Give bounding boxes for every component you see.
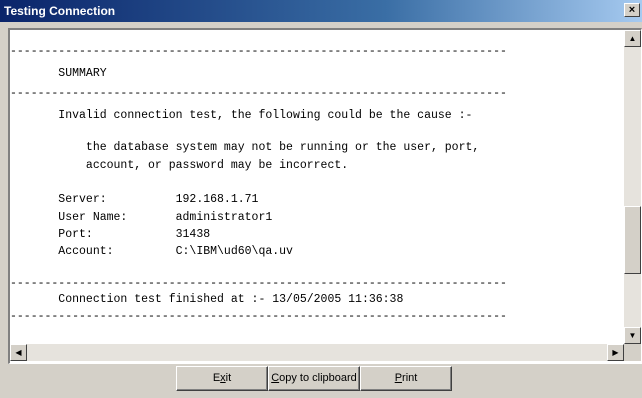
separator-line: ----------------------------------------… [10, 277, 507, 290]
scroll-up-button[interactable]: ▲ [624, 30, 641, 47]
print-label-post: rint [402, 372, 418, 384]
port-row: Port: 31438 [10, 228, 211, 241]
copy-mnemonic: C [271, 372, 280, 384]
arrow-left-icon: ◀ [15, 348, 22, 357]
arrow-down-icon: ▼ [628, 331, 637, 340]
error-message: Invalid connection test, the following c… [10, 109, 473, 122]
separator-line: ----------------------------------------… [10, 45, 507, 58]
scroll-right-button[interactable]: ▶ [607, 344, 624, 361]
username-row: User Name: administrator1 [10, 211, 273, 224]
separator-line: ----------------------------------------… [10, 310, 507, 323]
server-row: Server: 192.168.1.71 [10, 193, 259, 206]
window-title: Testing Connection [4, 4, 116, 18]
vertical-scrollbar[interactable]: ▲ ▼ [624, 30, 641, 344]
arrow-up-icon: ▲ [628, 34, 637, 43]
copy-to-clipboard-button[interactable]: Copy to clipboard [268, 366, 360, 391]
summary-heading: SUMMARY [10, 67, 107, 80]
close-icon: × [628, 4, 636, 16]
print-mnemonic: P [394, 372, 403, 384]
close-button[interactable]: × [624, 3, 640, 17]
copy-label-post: opy to clipboard [279, 372, 357, 384]
scroll-down-button[interactable]: ▼ [624, 327, 641, 344]
scroll-corner [624, 344, 641, 361]
account-row: Account: C:\IBM\ud60\qa.uv [10, 245, 293, 258]
print-button[interactable]: Print [360, 366, 452, 391]
cause-line-1: the database system may not be running o… [10, 141, 480, 154]
report-text-area[interactable]: ----------------------------------------… [10, 30, 624, 344]
separator-line: ----------------------------------------… [10, 87, 507, 100]
scroll-left-button[interactable]: ◀ [10, 344, 27, 361]
exit-label-post: it [225, 372, 232, 384]
exit-button[interactable]: Exit [176, 366, 268, 391]
horizontal-scrollbar[interactable]: ◀ ▶ [10, 344, 624, 361]
cause-line-2: account, or password may be incorrect. [10, 159, 349, 172]
title-bar[interactable]: Testing Connection × [0, 0, 642, 22]
finished-message: Connection test finished at :- 13/05/200… [10, 293, 404, 306]
arrow-right-icon: ▶ [612, 348, 619, 357]
report-frame: ----------------------------------------… [8, 28, 642, 364]
vertical-scroll-thumb[interactable] [624, 206, 641, 274]
